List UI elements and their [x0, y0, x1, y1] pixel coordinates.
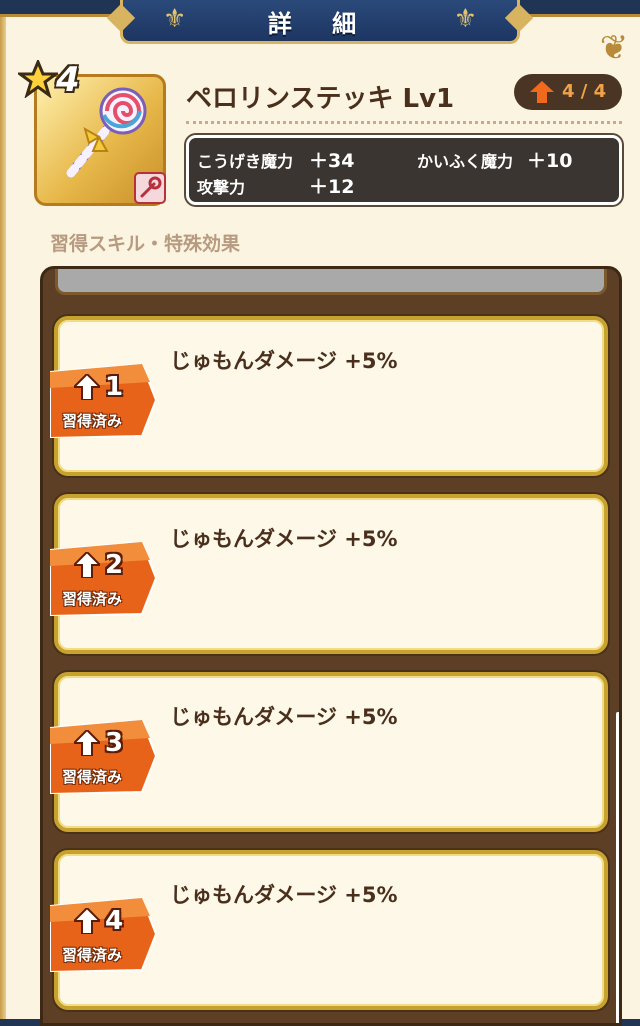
- skill-description: じゅもんダメージ +5%: [170, 349, 398, 373]
- fleur-de-lis-icon: ⚜: [453, 4, 477, 34]
- stat-label: こうげき魔力: [197, 152, 294, 171]
- skill-description: じゅもんダメージ +5%: [170, 705, 398, 729]
- weapon-name: ペロリンステッキ Lv1: [186, 84, 455, 114]
- corner-ornament-icon: ❦: [599, 28, 629, 68]
- stat-label: 攻撃力: [197, 178, 246, 197]
- title-bar: ⚜ 詳 細 ⚜: [120, 0, 520, 44]
- scrollbar[interactable]: [616, 712, 619, 1023]
- acquired-label: 習得済み: [62, 768, 123, 786]
- level-progress: 4 / 4: [562, 81, 607, 102]
- skill-description: じゅもんダメージ +5%: [170, 527, 398, 551]
- wand-type-icon: [134, 172, 166, 204]
- skill-level-tag: 2 習得済み: [50, 542, 156, 616]
- skill-level: 2: [105, 550, 124, 580]
- up-arrow-icon: [74, 374, 100, 400]
- skill-card-partial: [55, 269, 607, 295]
- skill-level-tag: 1 習得済み: [50, 364, 156, 438]
- stat-value: ＋34: [309, 150, 355, 172]
- acquired-label: 習得済み: [62, 412, 123, 430]
- skill-level: 4: [105, 906, 124, 936]
- divider: [186, 121, 622, 124]
- star-icon: [18, 60, 58, 98]
- acquired-label: 習得済み: [62, 590, 123, 608]
- stat-value: ＋12: [309, 176, 355, 198]
- up-arrow-icon: [74, 730, 100, 756]
- stats-box: こうげき魔力 ＋34 かいふく魔力 ＋10 攻撃力 ＋12: [186, 135, 622, 205]
- up-arrow-icon: [74, 908, 100, 934]
- level-badge: 4 / 4: [514, 74, 622, 110]
- skill-level-tag: 3 習得済み: [50, 720, 156, 794]
- skill-level-tag: 4 習得済み: [50, 898, 156, 972]
- stat-label: かいふく魔力: [417, 152, 514, 171]
- section-heading: 習得スキル・特殊効果: [50, 233, 241, 255]
- rarity-number: 4: [56, 60, 80, 100]
- skill-description: じゅもんダメージ +5%: [170, 883, 398, 907]
- skill-level: 1: [105, 372, 124, 402]
- skill-level: 3: [105, 728, 124, 758]
- acquired-label: 習得済み: [62, 946, 123, 964]
- stat-value: ＋10: [527, 150, 573, 172]
- up-arrow-icon: [530, 81, 554, 103]
- up-arrow-icon: [74, 552, 100, 578]
